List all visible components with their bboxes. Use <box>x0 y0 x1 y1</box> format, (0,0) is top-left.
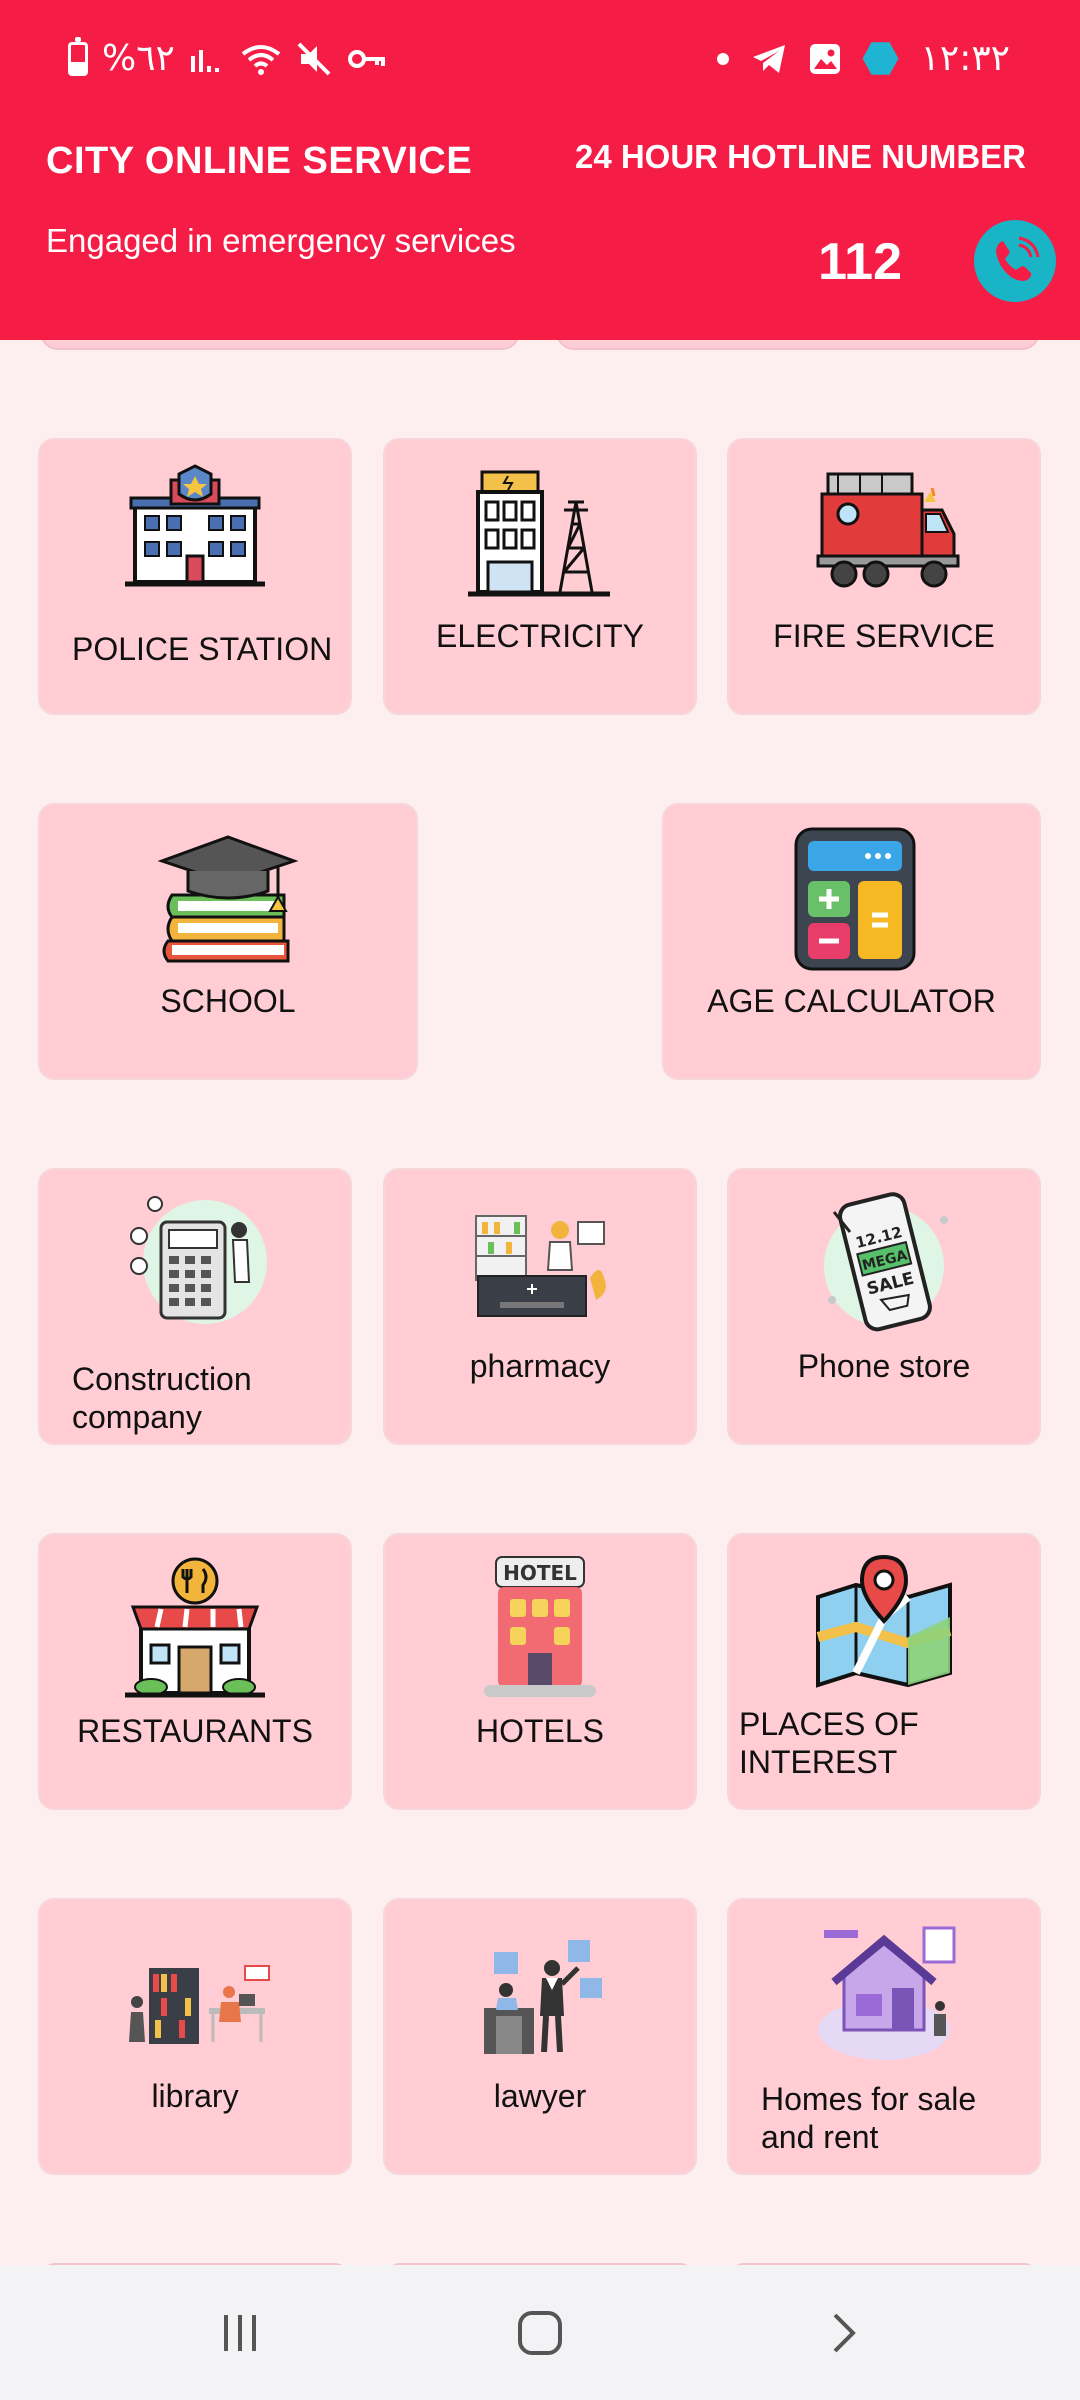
service-card-fire[interactable]: FIRE SERVICE <box>727 438 1041 715</box>
service-label: Phone store <box>797 1348 971 1384</box>
fire-truck-icon <box>816 472 960 588</box>
school-books-icon <box>157 835 299 963</box>
back-button[interactable] <box>745 2265 945 2400</box>
house-icon <box>818 1926 956 2060</box>
service-card-phone-store[interactable]: 12.12 MEGA SALE Phone store <box>727 1168 1041 1445</box>
gallery-icon <box>809 43 840 74</box>
telegram-icon <box>752 44 785 73</box>
electricity-icon <box>468 470 610 597</box>
service-card-school[interactable]: SCHOOL <box>38 803 418 1080</box>
restaurant-icon <box>125 1557 265 1698</box>
phone-sale-icon: 12.12 MEGA SALE <box>824 1192 948 1332</box>
calculator-icon <box>794 827 915 971</box>
map-pin-icon <box>816 1554 952 1688</box>
service-card-construction[interactable]: Construction company <box>38 1168 352 1445</box>
service-label: Homes for sale and rent <box>761 2081 977 2155</box>
battery-icon <box>68 36 88 76</box>
home-button[interactable] <box>440 2265 640 2400</box>
app-header: %٦٢ ١٢:٣٢ CITY ONLINE SERVICE Engaged in… <box>0 0 1080 340</box>
service-card-homes[interactable]: Homes for sale and rent <box>727 1898 1041 2175</box>
service-label: SCHOOL <box>160 983 296 1019</box>
service-label: AGE CALCULATOR <box>707 983 996 1019</box>
service-card-electricity[interactable]: ELECTRICITY <box>383 438 697 715</box>
service-label: ELECTRICITY <box>435 618 645 654</box>
service-card-restaurants[interactable]: RESTAURANTS <box>38 1533 352 1810</box>
service-card-police[interactable]: POLICE STATION <box>38 438 352 715</box>
svg-text:HOTEL: HOTEL <box>503 1561 577 1585</box>
service-label: RESTAURANTS <box>77 1713 313 1749</box>
back-chevron-icon <box>833 2313 856 2352</box>
library-icon <box>129 1965 270 2044</box>
home-icon <box>518 2310 562 2355</box>
clock: ١٢:٣٢ <box>920 38 1010 79</box>
battery-percent: %٦٢ <box>102 38 175 79</box>
pharmacy-icon <box>475 1215 606 1317</box>
recent-apps-icon <box>224 2314 256 2351</box>
partial-card-top-left[interactable] <box>40 340 520 350</box>
vpn-app-icon <box>862 42 899 75</box>
partial-card-top-right[interactable] <box>556 340 1040 350</box>
vpn-key-icon <box>347 49 385 68</box>
service-label: FIRE SERVICE <box>773 618 995 654</box>
status-left: %٦٢ <box>68 36 387 79</box>
service-label: pharmacy <box>469 1348 611 1384</box>
hotel-icon: HOTEL <box>484 1556 596 1697</box>
service-label: PLACES OF INTEREST <box>739 1706 919 1780</box>
hotline-label: 24 HOUR HOTLINE NUMBER <box>574 138 1026 175</box>
hotline-number[interactable]: 112 <box>818 232 902 292</box>
service-card-library[interactable]: library <box>38 1898 352 2175</box>
notification-dot-icon <box>716 52 729 65</box>
phone-call-icon <box>996 236 1040 281</box>
service-card-age-calculator[interactable]: AGE CALCULATOR <box>662 803 1041 1080</box>
police-station-icon <box>125 464 265 587</box>
service-card-pharmacy[interactable]: pharmacy <box>383 1168 697 1445</box>
lawyer-icon <box>484 1940 602 2054</box>
service-card-places-of-interest[interactable]: PLACES OF INTEREST <box>727 1533 1041 1810</box>
service-label: HOTELS <box>475 1713 605 1749</box>
service-card-hotels[interactable]: HOTEL HOTELS <box>383 1533 697 1810</box>
status-bar: %٦٢ ١٢:٣٢ <box>0 0 1080 120</box>
status-right: ١٢:٣٢ <box>716 38 1010 79</box>
service-label: Construction company <box>72 1361 252 1435</box>
app-title: CITY ONLINE SERVICE <box>46 140 473 182</box>
service-label: POLICE STATION <box>72 631 333 667</box>
service-card-lawyer[interactable]: lawyer <box>383 1898 697 2175</box>
call-button[interactable] <box>974 220 1056 302</box>
services-grid: POLICE STATION ELECTRICITY FIRE SERVICE … <box>0 340 1080 2265</box>
app-subtitle: Engaged in emergency services <box>46 222 516 259</box>
signal-icon <box>190 49 219 72</box>
service-label: library <box>151 2078 239 2114</box>
mute-icon <box>297 42 331 75</box>
wifi-icon <box>241 44 281 75</box>
service-label: lawyer <box>493 2078 587 2114</box>
system-nav-bar <box>0 2265 1080 2400</box>
recent-apps-button[interactable] <box>140 2265 340 2400</box>
construction-icon <box>130 1196 267 1324</box>
